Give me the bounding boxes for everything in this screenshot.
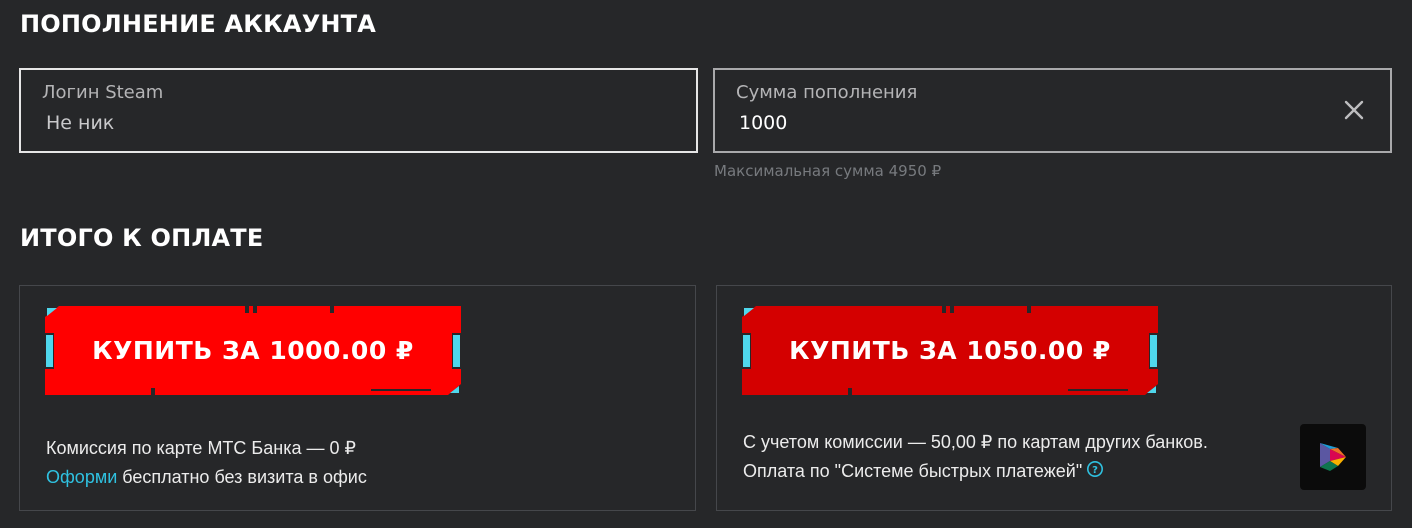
buy-mts-button[interactable]: КУПИТЬ ЗА 1000.00 ₽ [45, 306, 461, 395]
login-label: Логин Steam [42, 82, 164, 103]
svg-text:?: ? [1092, 465, 1098, 476]
total-title: ИТОГО К ОПЛАТЕ [20, 224, 264, 252]
mts-payment-card: КУПИТЬ ЗА 1000.00 ₽ Комиссия по карте МТ… [19, 285, 696, 511]
mts-offer-line: Оформи бесплатно без визита в офис [46, 463, 367, 492]
mts-commission-text: Комиссия по карте МТС Банка — 0 ₽ [46, 438, 356, 458]
offer-link[interactable]: Оформи [46, 467, 117, 487]
login-field[interactable]: Логин Steam [19, 68, 698, 153]
mts-info: Комиссия по карте МТС Банка — 0 ₽ Оформи… [46, 434, 367, 492]
buy-sbp-label: КУПИТЬ ЗА 1050.00 ₽ [789, 336, 1111, 365]
sbp-payment-text: Оплата по "Системе быстрых платежей" [743, 461, 1083, 481]
buy-mts-label: КУПИТЬ ЗА 1000.00 ₽ [92, 336, 414, 365]
close-icon[interactable] [1342, 98, 1366, 122]
question-circle-icon[interactable]: ? [1086, 458, 1104, 487]
sbp-payment-card: КУПИТЬ ЗА 1050.00 ₽ С учетом комиссии — … [716, 285, 1392, 511]
sbp-commission-text: С учетом комиссии — 50,00 ₽ по картам др… [743, 432, 1208, 452]
login-input[interactable] [46, 110, 586, 136]
amount-field[interactable]: Сумма пополнения [713, 68, 1392, 153]
sbp-info: С учетом комиссии — 50,00 ₽ по картам др… [743, 428, 1208, 487]
sbp-logo-icon [1300, 424, 1366, 490]
sbp-payment-line: Оплата по "Системе быстрых платежей"? [743, 457, 1208, 487]
max-amount-hint: Максимальная сумма 4950 ₽ [714, 162, 942, 180]
amount-input[interactable] [739, 110, 1279, 136]
amount-label: Сумма пополнения [736, 82, 918, 103]
topup-title: ПОПОЛНЕНИЕ АККАУНТА [20, 10, 377, 38]
buy-sbp-button[interactable]: КУПИТЬ ЗА 1050.00 ₽ [742, 306, 1158, 395]
offer-text: бесплатно без визита в офис [117, 467, 367, 487]
